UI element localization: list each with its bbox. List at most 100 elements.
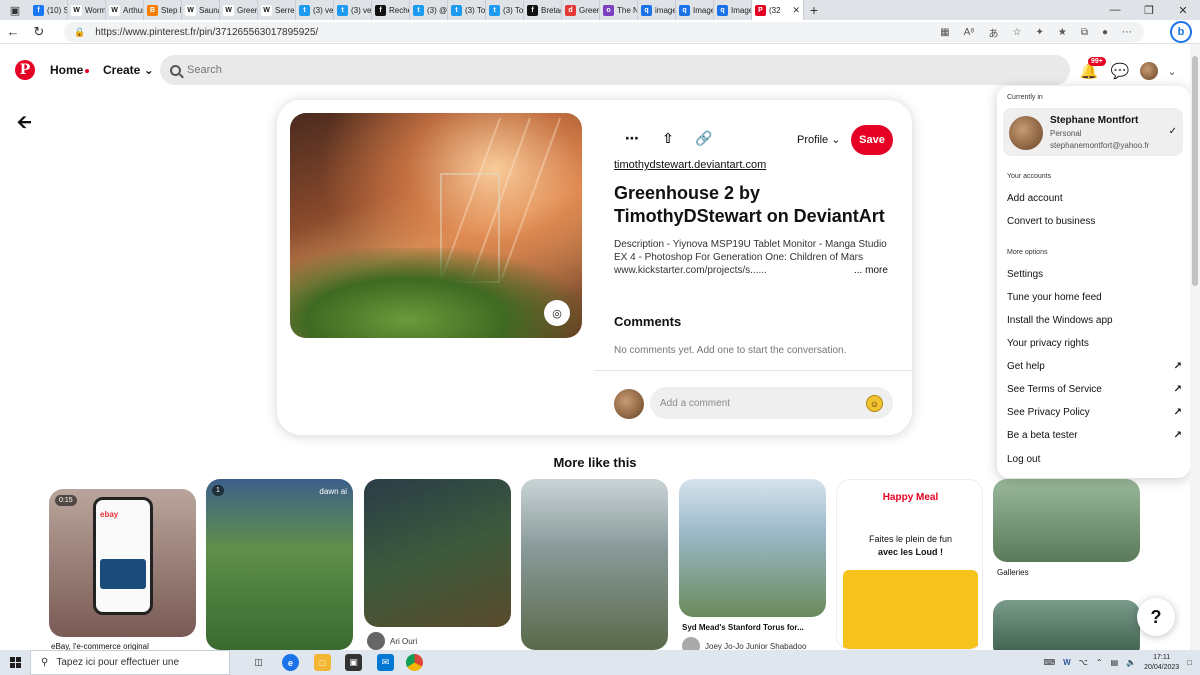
- privacy-policy-item[interactable]: See Privacy Policy ↗: [1007, 407, 1182, 418]
- add-account-item[interactable]: Add account: [1007, 193, 1182, 204]
- volume-icon[interactable]: 🔈: [1126, 658, 1136, 667]
- bing-icon[interactable]: b: [1170, 21, 1192, 43]
- chevron-up-icon[interactable]: ⌃: [1096, 658, 1103, 667]
- extensions-icon[interactable]: ✦: [1035, 27, 1043, 38]
- new-tab-button[interactable]: +: [804, 2, 824, 18]
- related-pin[interactable]: 0:15 ebay: [49, 489, 196, 637]
- read-aloud-icon[interactable]: A⁸: [964, 27, 975, 38]
- tab[interactable]: fRecherc: [372, 0, 410, 20]
- related-pin-ad[interactable]: Happy Meal Faites le plein de fun avec l…: [836, 479, 983, 650]
- minimize-icon[interactable]: —: [1098, 0, 1132, 20]
- settings-item[interactable]: Settings: [1007, 269, 1182, 280]
- tab[interactable]: t(3) versi: [296, 0, 334, 20]
- convert-business-item[interactable]: Convert to business: [1007, 216, 1182, 227]
- favorites-icon[interactable]: ★: [1058, 27, 1067, 38]
- beta-tester-item[interactable]: Be a beta tester ↗: [1007, 430, 1182, 441]
- store-icon[interactable]: ▣: [345, 654, 362, 671]
- search-bar[interactable]: [160, 55, 1070, 85]
- back-arrow-icon[interactable]: 🡨: [17, 110, 32, 140]
- comments-heading[interactable]: Comments: [614, 314, 681, 329]
- install-app-item[interactable]: Install the Windows app: [1007, 315, 1182, 326]
- menu-icon[interactable]: ⋯: [1122, 27, 1132, 38]
- related-pin[interactable]: [521, 479, 668, 650]
- task-view-icon[interactable]: ◫: [250, 654, 267, 671]
- app-icon[interactable]: ▦: [940, 27, 949, 38]
- tab[interactable]: t(3) versi: [334, 0, 372, 20]
- tab-actions-icon[interactable]: ▣: [0, 0, 30, 20]
- close-window-icon[interactable]: ✕: [1166, 0, 1200, 20]
- help-button[interactable]: ?: [1137, 598, 1175, 636]
- account-chevron-down-icon[interactable]: ⌄: [1161, 60, 1183, 82]
- word-icon[interactable]: W: [1063, 658, 1071, 667]
- save-button[interactable]: Save: [851, 125, 893, 155]
- tab[interactable]: fBretagn: [524, 0, 562, 20]
- emoji-icon[interactable]: ☺: [866, 395, 883, 412]
- clock[interactable]: 17:11 20/04/2023: [1144, 653, 1179, 673]
- pinterest-logo-icon[interactable]: P: [15, 60, 35, 80]
- collections-icon[interactable]: ⧉: [1081, 27, 1088, 38]
- source-link[interactable]: timothydstewart.deviantart.com: [614, 159, 766, 171]
- refresh-icon[interactable]: ↻: [26, 20, 52, 44]
- tab[interactable]: WGreenhc: [220, 0, 258, 20]
- tab[interactable]: BStep Info: [144, 0, 182, 20]
- get-help-item[interactable]: Get help ↗: [1007, 361, 1182, 372]
- back-icon[interactable]: ←: [0, 20, 26, 44]
- tab[interactable]: t(3) Topit: [486, 0, 524, 20]
- tab[interactable]: oThe Nam: [600, 0, 638, 20]
- tab[interactable]: t(3) Topit: [448, 0, 486, 20]
- share-icon[interactable]: ⇧: [658, 130, 678, 147]
- network-icon[interactable]: ▤: [1111, 658, 1119, 667]
- ad-title: Happy Meal: [882, 492, 939, 503]
- related-pin[interactable]: [364, 479, 511, 627]
- tab-active[interactable]: P (32 ✕: [752, 0, 804, 20]
- translate-icon[interactable]: あ: [988, 25, 998, 40]
- scrollbar-thumb[interactable]: [1192, 56, 1198, 286]
- profile-avatar-icon[interactable]: ●: [1102, 27, 1108, 38]
- visual-search-icon[interactable]: ◎: [544, 300, 570, 326]
- comment-input[interactable]: Add a comment: [650, 387, 893, 419]
- board-select[interactable]: Profile ⌄: [797, 133, 840, 146]
- tab[interactable]: qimages c: [638, 0, 676, 20]
- tab[interactable]: f(10) Ste: [30, 0, 68, 20]
- related-pin[interactable]: [679, 479, 826, 617]
- page-scrollbar[interactable]: [1190, 44, 1200, 650]
- file-explorer-icon[interactable]: □: [314, 654, 331, 671]
- tab[interactable]: WWormsle: [68, 0, 106, 20]
- tab[interactable]: t(3) @top: [410, 0, 448, 20]
- tab[interactable]: qImages: [714, 0, 752, 20]
- more-options-icon[interactable]: ⋯: [622, 130, 642, 147]
- bluetooth-icon[interactable]: ⌥: [1079, 658, 1088, 667]
- url-field[interactable]: 🔒 https://www.pinterest.fr/pin/371265563…: [64, 22, 1144, 42]
- tab[interactable]: WArthur F: [106, 0, 144, 20]
- privacy-rights-item[interactable]: Your privacy rights: [1007, 338, 1182, 349]
- tab[interactable]: dGreenhc: [562, 0, 600, 20]
- messages-icon[interactable]: 💬: [1109, 60, 1131, 82]
- link-icon[interactable]: 🔗: [694, 130, 714, 147]
- favorite-icon[interactable]: ☆: [1012, 27, 1021, 38]
- related-pin[interactable]: 1 dawn ai: [206, 479, 353, 650]
- terms-item[interactable]: See Terms of Service ↗: [1007, 384, 1182, 395]
- related-pin[interactable]: [993, 479, 1140, 562]
- keyboard-icon[interactable]: ⌨: [1044, 658, 1056, 667]
- pin-image[interactable]: ◎: [290, 113, 582, 338]
- chrome-icon[interactable]: [406, 654, 423, 671]
- taskbar-search[interactable]: ⚲ Tapez ici pour effectuer une: [30, 650, 230, 675]
- tab[interactable]: WSerre —: [258, 0, 296, 20]
- nav-home[interactable]: Home: [50, 63, 90, 77]
- pinner-info[interactable]: Ari Ouri: [367, 632, 417, 650]
- current-account[interactable]: Stephane Montfort Personal stephanemontf…: [1003, 108, 1183, 156]
- nav-create[interactable]: Create ⌄: [103, 63, 154, 77]
- mail-icon[interactable]: ✉: [377, 654, 394, 671]
- edge-icon[interactable]: e: [282, 654, 299, 671]
- maximize-icon[interactable]: ❐: [1132, 0, 1166, 20]
- tab[interactable]: qImages c: [676, 0, 714, 20]
- tab[interactable]: WSauna 2: [182, 0, 220, 20]
- close-icon[interactable]: ✕: [792, 5, 800, 16]
- windows-start-icon[interactable]: [0, 650, 30, 675]
- search-input[interactable]: [187, 64, 587, 76]
- log-out-item[interactable]: Log out: [1007, 454, 1182, 465]
- tune-feed-item[interactable]: Tune your home feed: [1007, 292, 1182, 303]
- more-link[interactable]: ... more: [854, 265, 888, 276]
- notifications-icon[interactable]: □: [1187, 658, 1192, 667]
- avatar[interactable]: [1140, 62, 1158, 80]
